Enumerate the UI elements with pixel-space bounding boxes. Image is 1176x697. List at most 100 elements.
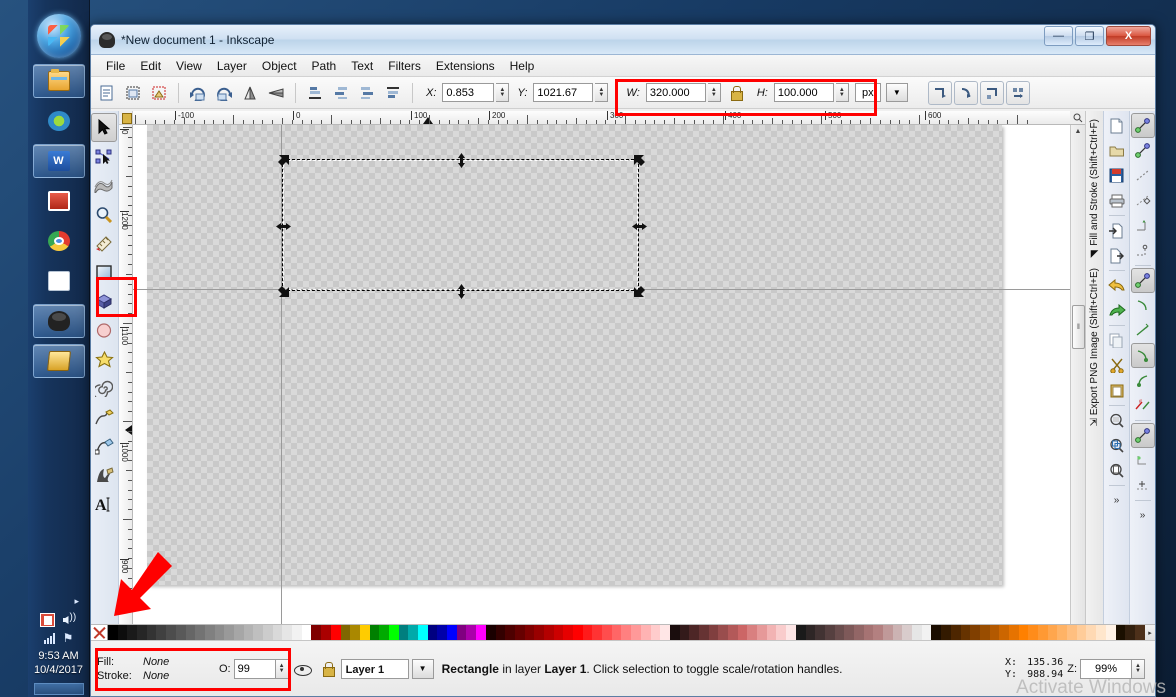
snap-bbox-corner-icon[interactable]	[1131, 188, 1155, 213]
print-icon[interactable]	[1105, 188, 1129, 213]
taskbar-item-inkscape[interactable]	[32, 304, 85, 338]
tray-row-2[interactable]: ⚑	[28, 631, 89, 645]
calligraphy-tool[interactable]	[91, 461, 117, 490]
star-tool[interactable]	[91, 345, 117, 374]
deselect-icon[interactable]	[147, 81, 171, 105]
layer-lock-icon[interactable]	[321, 661, 335, 677]
maximize-button[interactable]: ❐	[1075, 26, 1104, 46]
palette-swatch[interactable]	[786, 625, 796, 641]
window-controls[interactable]: — ❐ X	[1044, 26, 1151, 46]
snap-cusp-node-icon[interactable]	[1130, 343, 1155, 368]
palette-swatch[interactable]	[805, 625, 816, 641]
layer-selector[interactable]: Layer 1	[340, 658, 409, 679]
palette-swatch[interactable]	[224, 625, 234, 641]
palette-swatch[interactable]	[679, 625, 690, 641]
palette-swatch[interactable]	[631, 625, 641, 641]
palette-swatch[interactable]	[1018, 625, 1029, 641]
palette-swatch[interactable]	[844, 625, 854, 641]
palette-swatch[interactable]	[166, 625, 176, 641]
palette-swatch[interactable]	[485, 625, 496, 641]
palette-swatch[interactable]	[117, 625, 128, 641]
handle-middle-left[interactable]	[276, 219, 291, 234]
affect-transform-stroke-icon[interactable]	[927, 80, 952, 105]
palette-swatch[interactable]	[863, 625, 874, 641]
ruler-corner-lock-icon[interactable]	[119, 111, 133, 125]
zoom-tool[interactable]	[91, 200, 117, 229]
w-spinner[interactable]: ▲ ▼	[707, 83, 721, 102]
palette-swatch[interactable]	[340, 625, 351, 641]
node-tool[interactable]	[91, 142, 117, 171]
palette-swatch[interactable]	[970, 625, 980, 641]
paste-icon[interactable]	[1105, 378, 1129, 403]
handle-bottom-left[interactable]	[276, 284, 291, 299]
palette-swatch[interactable]	[495, 625, 506, 641]
menu-view[interactable]: View	[169, 56, 209, 76]
palette-swatch[interactable]	[311, 625, 322, 641]
zoom-control[interactable]: Z: 99% ▲ ▼	[1067, 658, 1145, 679]
affect-transform-corners-icon[interactable]	[953, 80, 978, 105]
palette-swatch[interactable]	[214, 625, 225, 641]
flag-icon[interactable]: ⚑	[63, 631, 74, 645]
menu-bar[interactable]: File Edit View Layer Object Path Text Fi…	[91, 55, 1155, 77]
palette-swatch[interactable]	[883, 625, 893, 641]
handle-top-center[interactable]	[454, 153, 469, 168]
palette-swatch[interactable]	[921, 625, 932, 641]
copy-icon[interactable]	[1105, 328, 1129, 353]
taskbar-item-text-document[interactable]	[33, 264, 85, 298]
vertical-scroll-thumb[interactable]: ‖	[1072, 305, 1085, 349]
menu-text[interactable]: Text	[344, 56, 380, 76]
snap-page-border-icon[interactable]	[1131, 473, 1155, 498]
selector-tool-options-bar[interactable]: X: 0.853 ▲ ▼ Y: 1021.67 ▲ ▼ W: 320.000 ▲ ▼ …	[91, 77, 1155, 109]
measure-tool[interactable]	[91, 229, 117, 258]
palette-swatch[interactable]	[321, 625, 331, 641]
palette-swatch[interactable]	[941, 625, 951, 641]
palette-swatch[interactable]	[534, 625, 544, 641]
affect-transform-patterns-icon[interactable]	[1005, 80, 1030, 105]
palette-swatch[interactable]	[1096, 625, 1106, 641]
zoom-page-icon[interactable]	[1105, 458, 1129, 483]
opacity-field[interactable]: 99	[233, 658, 276, 679]
palette-swatch[interactable]	[427, 625, 438, 641]
x-field[interactable]: 0.853	[442, 83, 495, 102]
scroll-up-button[interactable]: ▲	[1072, 125, 1085, 138]
show-desktop-button[interactable]	[33, 683, 84, 695]
palette-swatch[interactable]	[156, 625, 167, 641]
dock-tab-strip[interactable]: ◢ Fill and Stroke (Shift+Ctrl+F) ⇲ Expor…	[1085, 111, 1103, 696]
snap-others-icon[interactable]	[1130, 423, 1155, 448]
w-field[interactable]: 320.000	[645, 83, 706, 102]
horizontal-ruler[interactable]: -100 0 100 200 300 400 500 600	[133, 111, 1070, 125]
rotate-cw-icon[interactable]	[212, 81, 236, 105]
palette-swatch[interactable]	[1105, 625, 1116, 641]
palette-swatch[interactable]	[1076, 625, 1087, 641]
palette-swatch[interactable]	[253, 625, 263, 641]
snap-bbox-center-icon[interactable]	[1131, 238, 1155, 263]
taskbar-item-media-player[interactable]	[33, 104, 85, 138]
ruler-zoom-corner-icon[interactable]	[1070, 111, 1085, 125]
y-spinner[interactable]: ▲ ▼	[595, 83, 609, 102]
palette-swatch[interactable]	[282, 625, 293, 641]
palette-swatch[interactable]	[950, 625, 961, 641]
palette-swatch[interactable]	[776, 625, 787, 641]
palette-swatch[interactable]	[408, 625, 418, 641]
taskbar-clock[interactable]: 9:53 AM 10/4/2017	[34, 649, 83, 677]
h-field[interactable]: 100.000	[773, 83, 834, 102]
palette-swatch[interactable]	[853, 625, 864, 641]
spiral-tool[interactable]	[91, 374, 117, 403]
palette-swatch[interactable]	[602, 625, 612, 641]
snap-smooth-node-icon[interactable]	[1131, 368, 1155, 393]
network-bars-icon[interactable]	[43, 632, 55, 644]
palette-swatch[interactable]	[456, 625, 467, 641]
palette-swatch[interactable]	[611, 625, 622, 641]
zoom-selection-icon[interactable]	[1105, 433, 1129, 458]
menu-object[interactable]: Object	[255, 56, 304, 76]
palette-swatch[interactable]	[1125, 625, 1135, 641]
palette-swatch[interactable]	[582, 625, 593, 641]
palette-swatch[interactable]	[330, 625, 341, 641]
handle-top-left[interactable]	[276, 153, 291, 168]
palette-swatch[interactable]	[795, 625, 806, 641]
opacity-spinner[interactable]: ▲ ▼	[275, 658, 289, 679]
snap-line-midpoint-icon[interactable]: #	[1131, 393, 1155, 418]
palette-swatch[interactable]	[718, 625, 728, 641]
zoom-spinner[interactable]: ▲ ▼	[1132, 658, 1145, 679]
palette-swatch[interactable]	[1134, 625, 1145, 641]
